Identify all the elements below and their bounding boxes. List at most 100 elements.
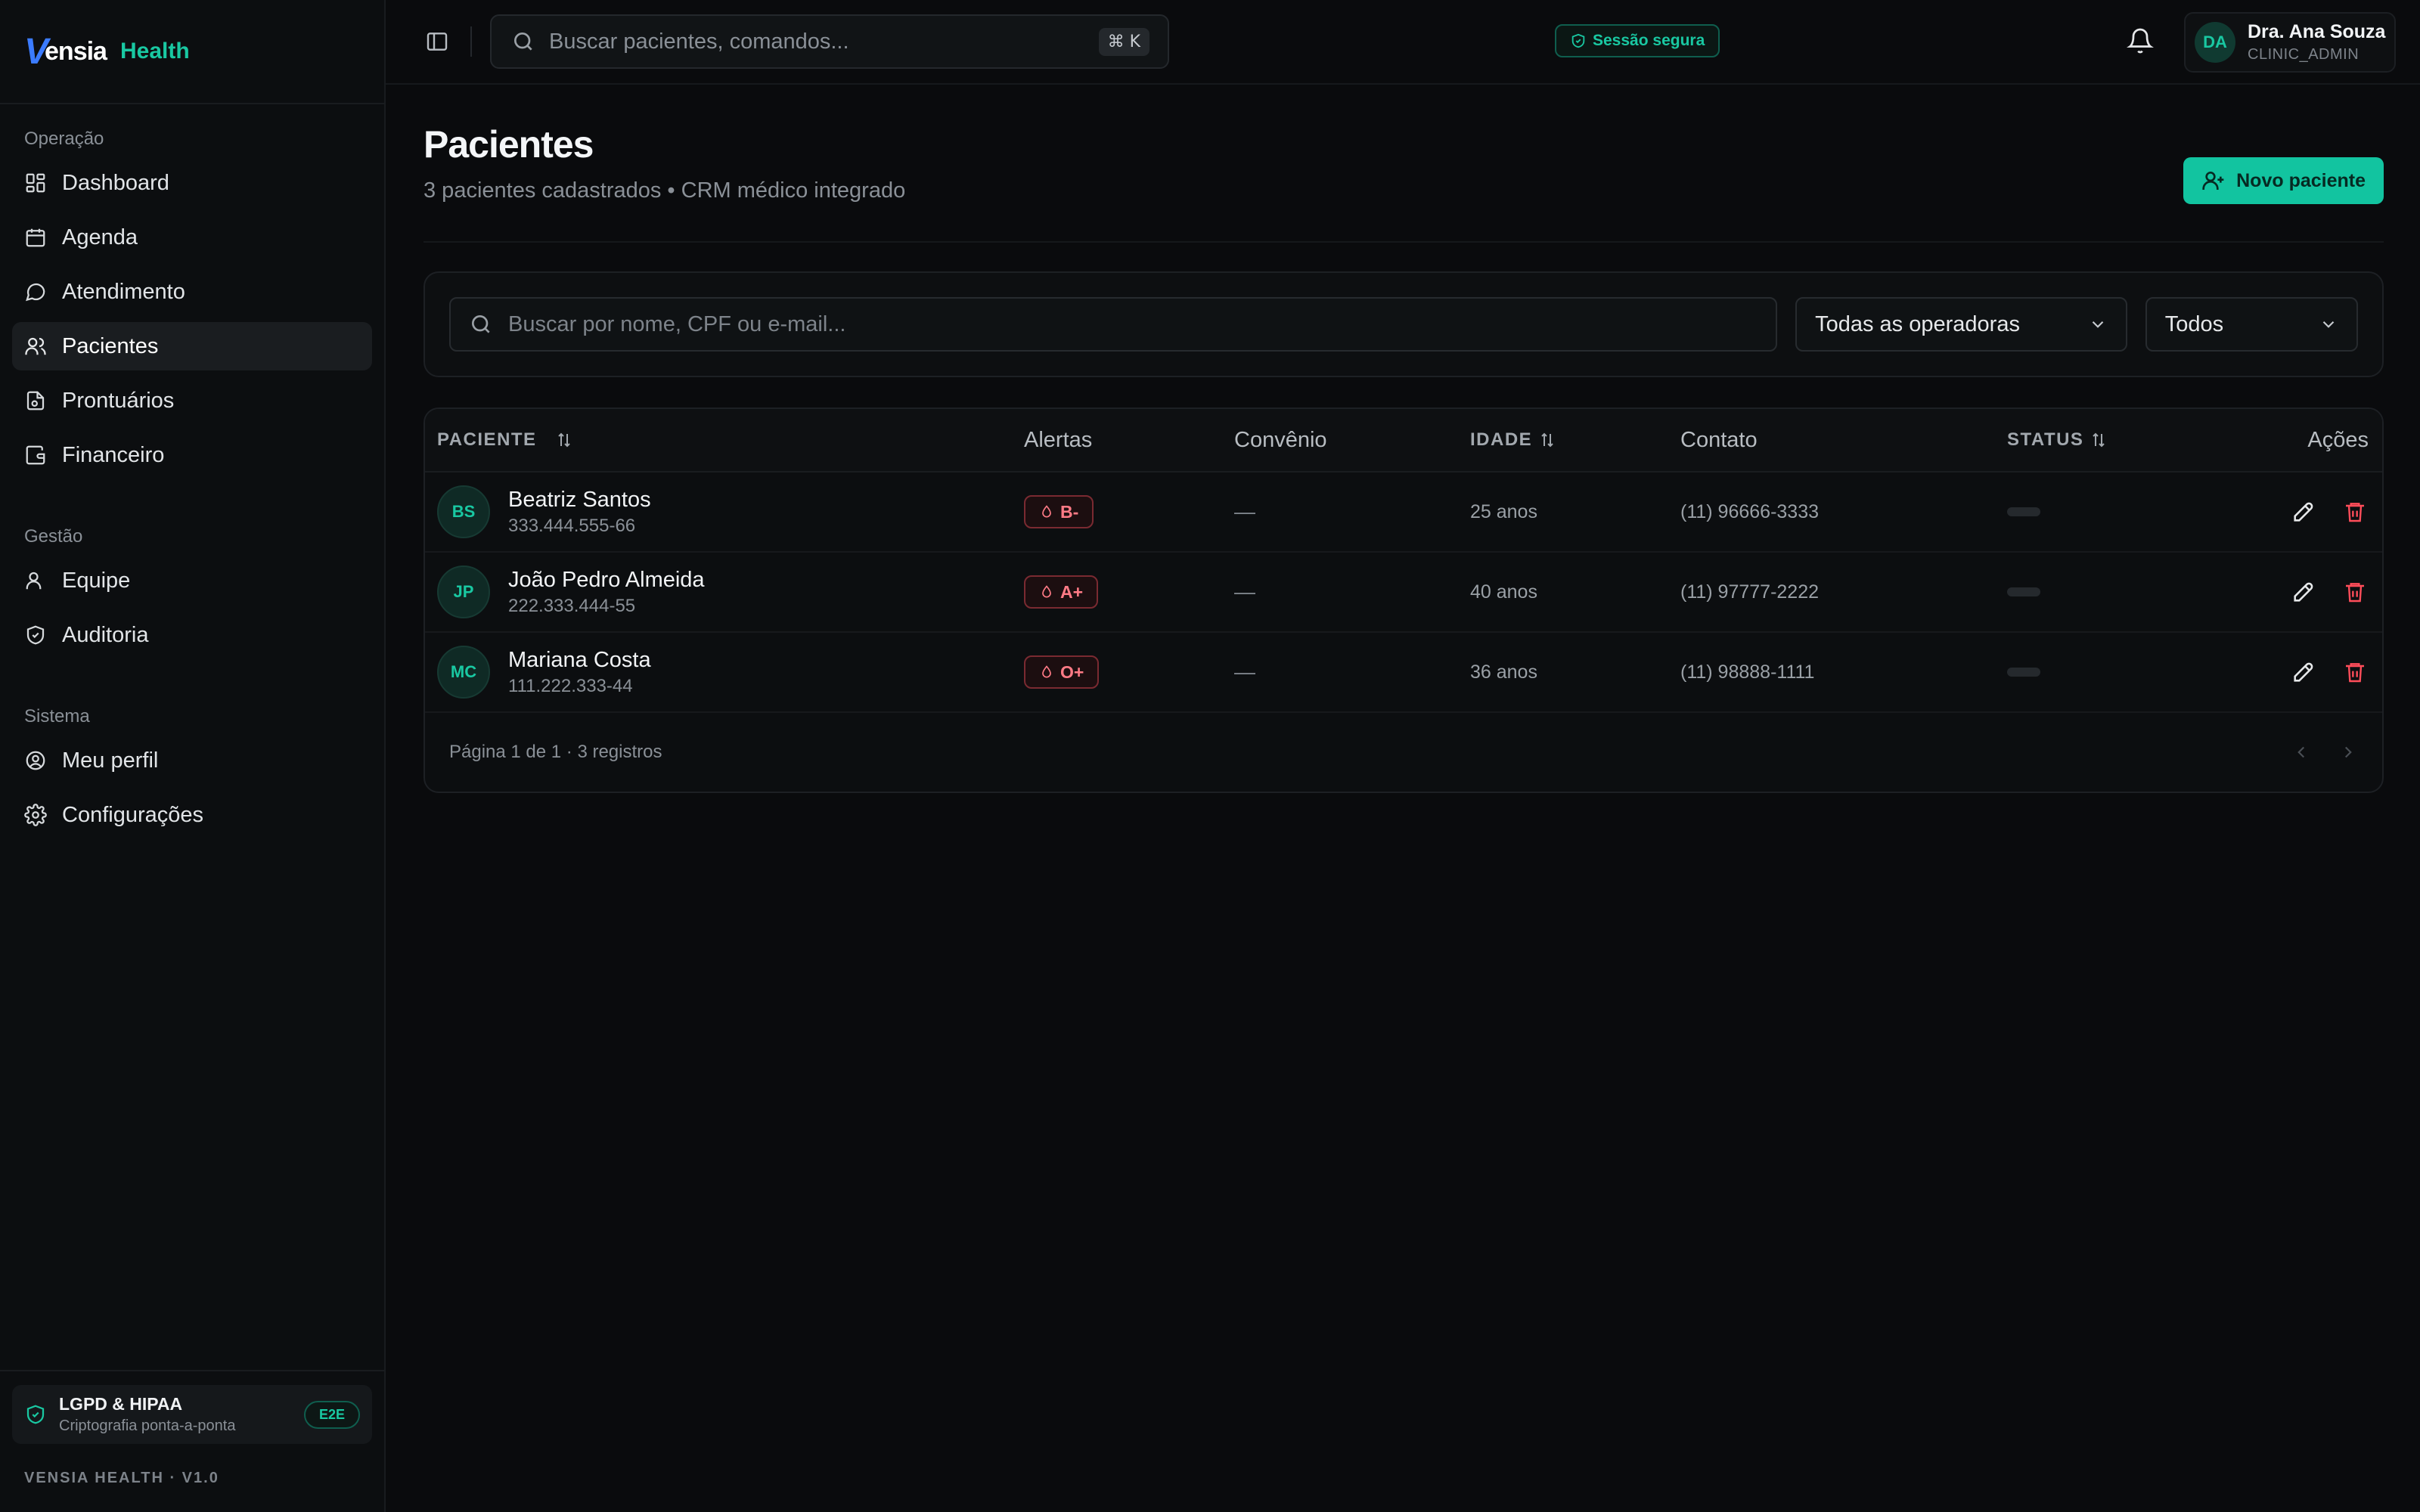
actions-cell [2288, 553, 2370, 631]
column-header-patient[interactable]: PACIENTE [437, 409, 573, 471]
sidebar-item-configuracoes[interactable]: Configurações [12, 791, 372, 839]
contact-cell: (11) 96666-3333 [1680, 500, 1820, 522]
avatar: JP [437, 565, 490, 618]
alert-cell: A+ [1024, 553, 1099, 631]
user-circle-icon [26, 751, 45, 770]
status-select[interactable]: Todos [2145, 297, 2359, 352]
global-search-input[interactable]: Buscar pacientes, comandos... ⌘ K [490, 14, 1169, 69]
status-badge [2007, 587, 2040, 596]
age-cell: 25 anos [1470, 500, 1537, 522]
notifications-button[interactable] [2127, 27, 2154, 54]
column-header-insurance: Convênio [1234, 427, 1327, 452]
patient-name[interactable]: Mariana Costa [508, 648, 651, 673]
sidebar-item-label: Atendimento [62, 279, 185, 304]
sort-icon [1541, 432, 1553, 448]
trash-icon [2346, 583, 2364, 603]
column-header-actions: Ações [2307, 427, 2369, 452]
age-cell: 36 anos [1470, 661, 1537, 683]
nav-heading: Sistema [24, 706, 90, 727]
sidebar-item-label: Prontuários [62, 388, 175, 413]
dashboard-icon [26, 173, 45, 193]
patient-name[interactable]: João Pedro Almeida [508, 568, 705, 593]
chevron-down-icon [2092, 321, 2104, 328]
blood-type-label: O+ [1060, 662, 1084, 682]
sidebar-item-atendimento[interactable]: Atendimento [12, 268, 372, 316]
new-patient-label: Novo paciente [2236, 169, 2366, 191]
edit-button[interactable] [2288, 497, 2319, 527]
avatar: MC [437, 646, 490, 699]
logo-v: V [24, 31, 48, 72]
sidebar-footer: LGPD & HIPAA Criptografia ponta-a-ponta … [0, 1370, 384, 1512]
trash-icon [2346, 503, 2364, 522]
user-menu[interactable]: DA Dra. Ana Souza CLINIC_ADMIN [2184, 12, 2396, 73]
sidebar-item-meu-perfil[interactable]: Meu perfil [12, 736, 372, 785]
global-search-placeholder: Buscar pacientes, comandos... [549, 29, 849, 54]
app-version: VENSIA HEALTH · V1.0 [24, 1470, 219, 1486]
patient-cpf: 333.444.555-66 [508, 515, 636, 536]
sidebar-item-dashboard[interactable]: Dashboard [12, 159, 372, 207]
sidebar-toggle-button[interactable] [419, 23, 455, 60]
patient-cell: MC Mariana Costa 111.222.333-44 [437, 633, 651, 711]
search-icon [472, 315, 490, 333]
nav-section-operacao: Operação Dashboard Agenda Atendimento Pa… [0, 124, 384, 479]
table-row[interactable]: JP João Pedro Almeida 222.333.444-55 A+ … [425, 553, 2382, 633]
user-plus-icon [2202, 172, 2224, 190]
sidebar-item-pacientes[interactable]: Pacientes [12, 322, 372, 370]
table-footer: Página 1 de 1 · 3 registros [425, 713, 2382, 792]
next-page-button[interactable] [2338, 742, 2358, 762]
status-cell [2007, 472, 2040, 551]
logo-text: ensia [45, 36, 107, 66]
column-header-label: IDADE [1470, 429, 1533, 450]
column-header-age[interactable]: IDADE [1470, 409, 1556, 471]
column-header-alerts: Alertas [1024, 427, 1093, 452]
shield-check-icon [1571, 33, 1585, 48]
topbar: Buscar pacientes, comandos... ⌘ K [386, 0, 2420, 85]
patient-name[interactable]: Beatriz Santos [508, 488, 651, 513]
column-header-status[interactable]: STATUS [2007, 409, 2108, 471]
table-header: PACIENTE Alertas Convênio IDADE Contato … [425, 409, 2382, 472]
sidebar-item-auditoria[interactable]: Auditoria [12, 611, 372, 659]
actions-cell [2288, 472, 2370, 551]
user-role: CLINIC_ADMIN [2248, 46, 2360, 63]
operator-select[interactable]: Todas as operadoras [1795, 297, 2127, 352]
patient-cpf: 111.222.333-44 [508, 675, 633, 696]
chevron-right-icon [2344, 746, 2352, 758]
sidebar-item-label: Financeiro [62, 442, 165, 467]
shortcut-hint: ⌘ K [1098, 27, 1150, 56]
sidebar-item-financeiro[interactable]: Financeiro [12, 431, 372, 479]
sidebar-item-agenda[interactable]: Agenda [12, 213, 372, 262]
contact-cell: (11) 98888-1111 [1680, 661, 1815, 683]
new-patient-button[interactable]: Novo paciente [2183, 157, 2384, 204]
table-row[interactable]: BS Beatriz Santos 333.444.555-66 B- — 25… [425, 472, 2382, 553]
compliance-card: LGPD & HIPAA Criptografia ponta-a-ponta … [12, 1385, 372, 1444]
edit-button[interactable] [2288, 657, 2319, 687]
edit-button[interactable] [2288, 577, 2319, 607]
sidebar-item-equipe[interactable]: Equipe [12, 556, 372, 605]
patient-search-input[interactable]: Buscar por nome, CPF ou e-mail... [449, 297, 1778, 352]
sidebar-item-prontuarios[interactable]: Prontuários [12, 376, 372, 425]
page-title: Pacientes [424, 123, 594, 166]
pagination-info: Página 1 de 1 · 3 registros [449, 742, 662, 762]
nav-section-sistema: Sistema Meu perfil Configurações [0, 702, 384, 839]
brand[interactable]: V ensia Health [0, 0, 384, 104]
delete-button[interactable] [2340, 577, 2370, 607]
shield-icon [26, 625, 45, 645]
pencil-icon [2294, 582, 2313, 602]
delete-button[interactable] [2340, 657, 2370, 687]
blood-type-badge: A+ [1024, 575, 1099, 609]
blood-type-badge: B- [1024, 495, 1094, 528]
table-row[interactable]: MC Mariana Costa 111.222.333-44 O+ — 36 … [425, 633, 2382, 713]
chevron-down-icon [2322, 321, 2335, 328]
previous-page-button[interactable] [2291, 742, 2311, 762]
brand-product: Health [119, 39, 190, 64]
status-cell [2007, 633, 2040, 711]
trash-icon [2346, 663, 2364, 683]
sidebar-item-label: Agenda [62, 225, 138, 249]
nav-heading: Operação [24, 129, 104, 149]
e2e-badge: E2E [303, 1400, 360, 1429]
page-subtitle: 3 pacientes cadastrados • CRM médico int… [424, 178, 906, 203]
bell-icon [2127, 28, 2154, 54]
delete-button[interactable] [2340, 497, 2370, 527]
droplet-icon [1042, 665, 1051, 678]
divider [424, 241, 2384, 243]
